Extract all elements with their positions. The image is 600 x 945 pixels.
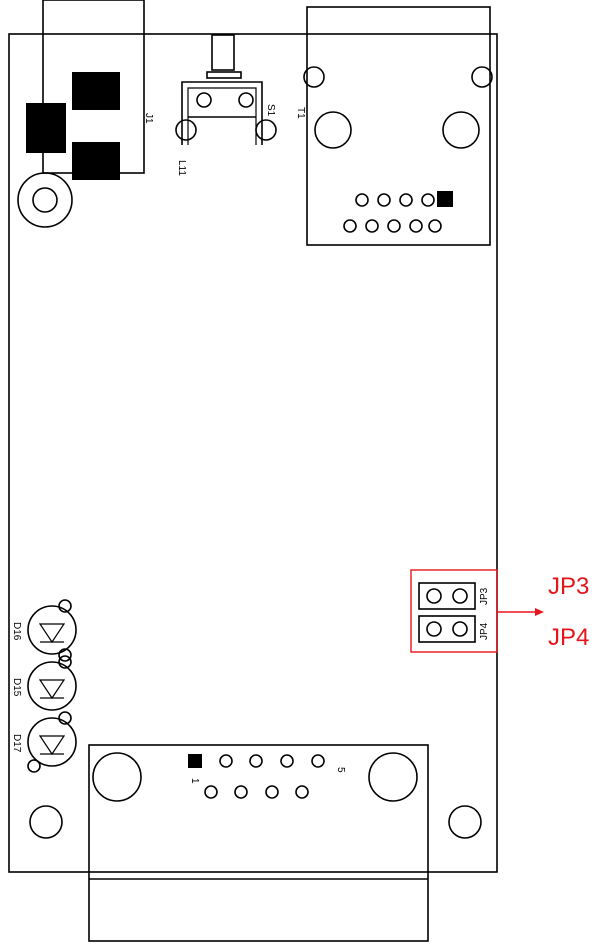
s1-switch: S1 L11 (175, 34, 277, 176)
led-d15: D15 (11, 655, 77, 711)
callout-arrow (497, 608, 544, 616)
pcb-diagram: J1 S1 L11 T1 JP3 JP4 JP3 JP4 D16 D15 D17… (8, 0, 589, 942)
jp4-label: JP4 (479, 622, 490, 640)
j1-label: J1 (143, 113, 154, 124)
db9-pin1-label: 1 (189, 778, 200, 784)
d16-label: D16 (11, 622, 22, 641)
mount-hole-left (29, 805, 63, 839)
t1-rj45-connector: T1 (295, 6, 493, 246)
l11-label: L11 (176, 160, 187, 176)
t1-label: T1 (295, 107, 306, 119)
callout-jp3: JP3 (548, 573, 589, 600)
jp3-label: JP3 (479, 587, 490, 605)
led-d16: D16 (11, 599, 77, 662)
jumper-group: JP3 JP4 (410, 569, 498, 653)
db9-pin5-label: 5 (335, 767, 346, 773)
callout-jp4: JP4 (548, 624, 589, 651)
mount-hole-right (448, 805, 482, 839)
led-d17: D17 (11, 711, 77, 773)
d17-label: D17 (11, 734, 22, 753)
d15-label: D15 (11, 678, 22, 697)
s1-label: S1 (265, 104, 276, 117)
db9-connector: 1 5 (88, 744, 429, 942)
